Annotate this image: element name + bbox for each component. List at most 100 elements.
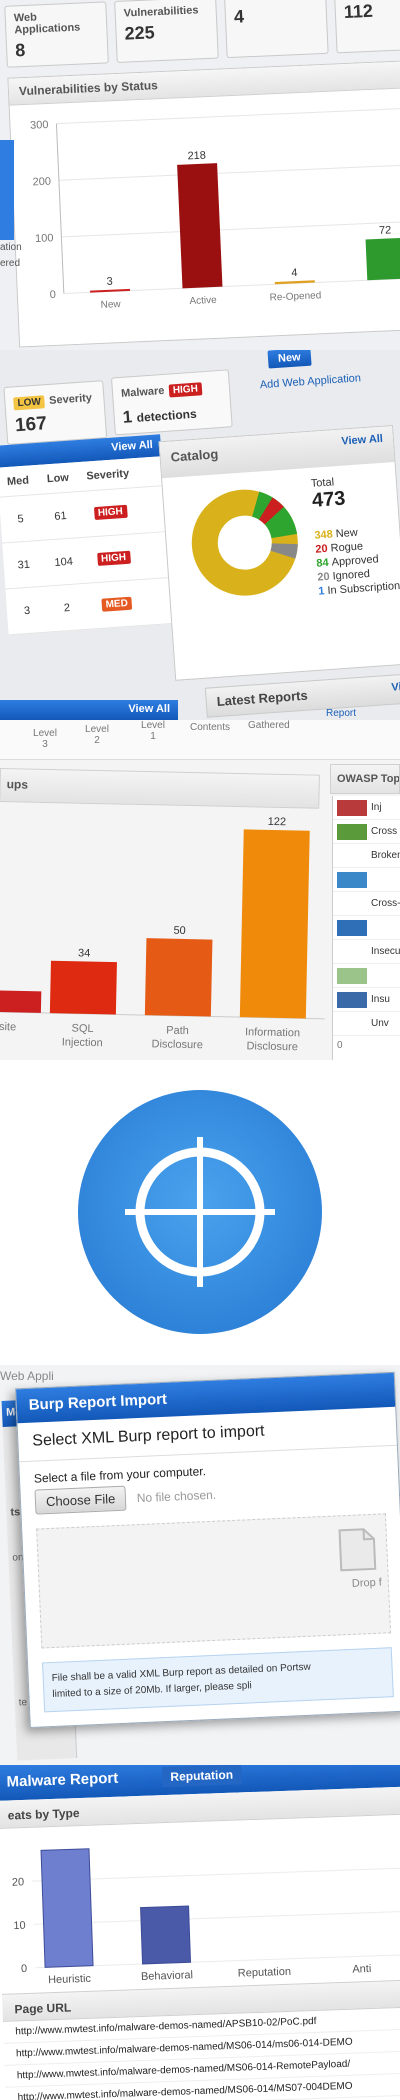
stat-label: Web Applications <box>13 11 81 37</box>
legend-num: 1 <box>317 585 325 598</box>
med-cell: 3 <box>23 604 31 617</box>
latest-reports-view-link[interactable]: View <box>391 680 400 694</box>
owasp-item[interactable]: Insecu <box>333 940 400 964</box>
column-header: Low <box>46 471 70 485</box>
owasp-item-label: Cross-S <box>371 898 400 909</box>
level-label: Gathered <box>248 720 290 731</box>
level-label: Level 1 <box>141 720 165 742</box>
owasp-item[interactable]: Broken A <box>333 844 400 868</box>
owasp-axis-zero: 0 <box>337 1040 343 1051</box>
owasp-item[interactable] <box>333 868 400 892</box>
owasp-item[interactable]: Inj <box>333 796 400 820</box>
legend-num: 20 <box>315 542 329 556</box>
add-web-application-link[interactable]: Add Web Application <box>259 372 361 391</box>
level-label: Contents <box>190 722 231 733</box>
total-value: 473 <box>311 487 347 512</box>
bar <box>49 960 117 1015</box>
new-button[interactable]: New <box>267 350 312 369</box>
x-tick-label: Disclosure <box>151 1038 203 1051</box>
y-tick-label: 300 <box>30 119 49 132</box>
owasp-list: Inj Cross Broken A Cross-S Insecu Insu Unv 0 <box>332 796 400 1060</box>
owasp-item-label: Insu <box>371 994 390 1005</box>
stat-value: 4 <box>233 6 245 27</box>
y-axis <box>55 123 65 294</box>
severity-card[interactable]: LOW Severity 167 <box>3 380 108 445</box>
severity-table: Med Low Severity 5 61 HIGH 31 104 HIGH 3… <box>0 456 174 636</box>
drop-zone[interactable]: Drop f <box>36 1513 392 1649</box>
owasp-swatch <box>337 968 367 984</box>
legend-label: Approved <box>331 553 380 569</box>
severity-cell: HIGH <box>83 550 144 567</box>
report-link[interactable]: Report <box>326 708 356 719</box>
bar <box>365 237 400 281</box>
legend-num: 348 <box>314 528 334 542</box>
stat-card-fourth[interactable]: 112 <box>333 0 400 54</box>
bar <box>90 288 131 293</box>
document-icon <box>338 1528 377 1572</box>
stat-card-web-applications[interactable]: Web Applications 8 <box>4 1 109 68</box>
side-label: ered <box>0 258 21 269</box>
owasp-item-label: Inj <box>371 802 382 813</box>
stat-label <box>233 0 317 3</box>
dashboard-overview-screenshot: Web Applications 8 Vulnerabilities 225 4… <box>0 0 400 350</box>
owasp-panel-header: OWASP Top <box>330 764 400 794</box>
severity-badge: HIGH <box>93 504 128 521</box>
gridline <box>58 163 400 181</box>
owasp-item[interactable]: Insu <box>333 988 400 1012</box>
top-label-strip: Level 3 Level 2 Level 1 Contents Gathere… <box>0 720 400 760</box>
y-tick-label: 0 <box>50 289 57 301</box>
catalog-donut-chart <box>191 489 298 596</box>
owasp-swatch <box>337 872 367 888</box>
x-tick-label: Anti <box>352 1963 371 1976</box>
owasp-item[interactable]: Unv <box>333 1012 400 1036</box>
stat-card-vulnerabilities[interactable]: Vulnerabilities 225 <box>114 0 219 63</box>
malware-detections-text: detections <box>136 406 198 425</box>
owasp-item[interactable]: Cross <box>333 820 400 844</box>
x-tick-label: Reputation <box>238 1966 292 1980</box>
catalog-panel: Catalog View All Total 473 348 New 20 Rogu… <box>158 425 400 681</box>
y-tick-label: 100 <box>35 232 54 245</box>
owasp-item[interactable]: Cross-S <box>333 892 400 916</box>
blue-side-bar <box>0 140 14 240</box>
view-all-link[interactable]: View All <box>111 439 153 454</box>
chart-svg: 0 10 20 Heuristic Behavioral Reputation Anti <box>12 1848 400 1986</box>
bottom-view-all-link[interactable]: View All <box>128 703 170 715</box>
owasp-swatch <box>337 992 367 1008</box>
logo-section <box>0 1060 400 1365</box>
no-file-chosen-text: No file chosen. <box>136 1487 217 1506</box>
y-tick-label: 0 <box>21 1963 28 1975</box>
bar <box>140 1905 192 1965</box>
reputation-tab[interactable]: Reputation <box>162 1765 242 1788</box>
malware-card[interactable]: Malware HIGH 1 detections <box>110 369 233 436</box>
med-cell: 31 <box>17 558 31 572</box>
data-label: 34 <box>78 947 90 959</box>
owasp-item[interactable] <box>333 964 400 988</box>
bar <box>40 1848 94 1968</box>
vulnerabilities-by-status-chart: 0 100 200 300 3 New 218 Active 4 Re-Opened 72 <box>14 93 400 341</box>
x-tick-label: Information <box>245 1026 300 1039</box>
bar <box>239 829 310 1019</box>
catalog-view-all-link[interactable]: View All <box>341 433 383 448</box>
url-list: http://www.mwtest.info/malware-demos-nam… <box>2 2006 400 2100</box>
groups-chart-screenshot: Level 3 Level 2 Level 1 Contents Gathere… <box>0 720 400 1060</box>
gridline <box>61 220 400 238</box>
med-cell: 5 <box>17 512 25 525</box>
bar <box>144 938 213 1017</box>
catalog-screenshot: LOW Severity 167 Malware HIGH 1 detectio… <box>0 350 400 720</box>
threats-by-type-chart: 0 10 20 Heuristic Behavioral Reputation Anti <box>0 1814 400 1994</box>
stat-value: 112 <box>343 0 374 23</box>
drop-text: Drop f <box>351 1576 383 1590</box>
legend-label: New <box>335 526 359 541</box>
severity-label: Severity <box>48 391 93 407</box>
data-label: 50 <box>173 925 185 937</box>
background-page-title: Web Appli <box>0 1369 54 1383</box>
x-tick-label: Behavioral <box>141 1969 193 1983</box>
stat-card-third[interactable]: 4 <box>224 0 329 59</box>
bar <box>0 989 42 1013</box>
choose-file-button[interactable]: Choose File <box>34 1485 127 1515</box>
x-tick-label: Path <box>166 1025 189 1037</box>
burp-import-screenshot: Web Appli Me ts on te Burp Report Import… <box>0 1365 400 1765</box>
severity-cell: HIGH <box>80 504 141 521</box>
chart-svg: site34SQLInjection50PathDisclosure122Inf… <box>0 816 325 1053</box>
owasp-item[interactable] <box>333 916 400 940</box>
